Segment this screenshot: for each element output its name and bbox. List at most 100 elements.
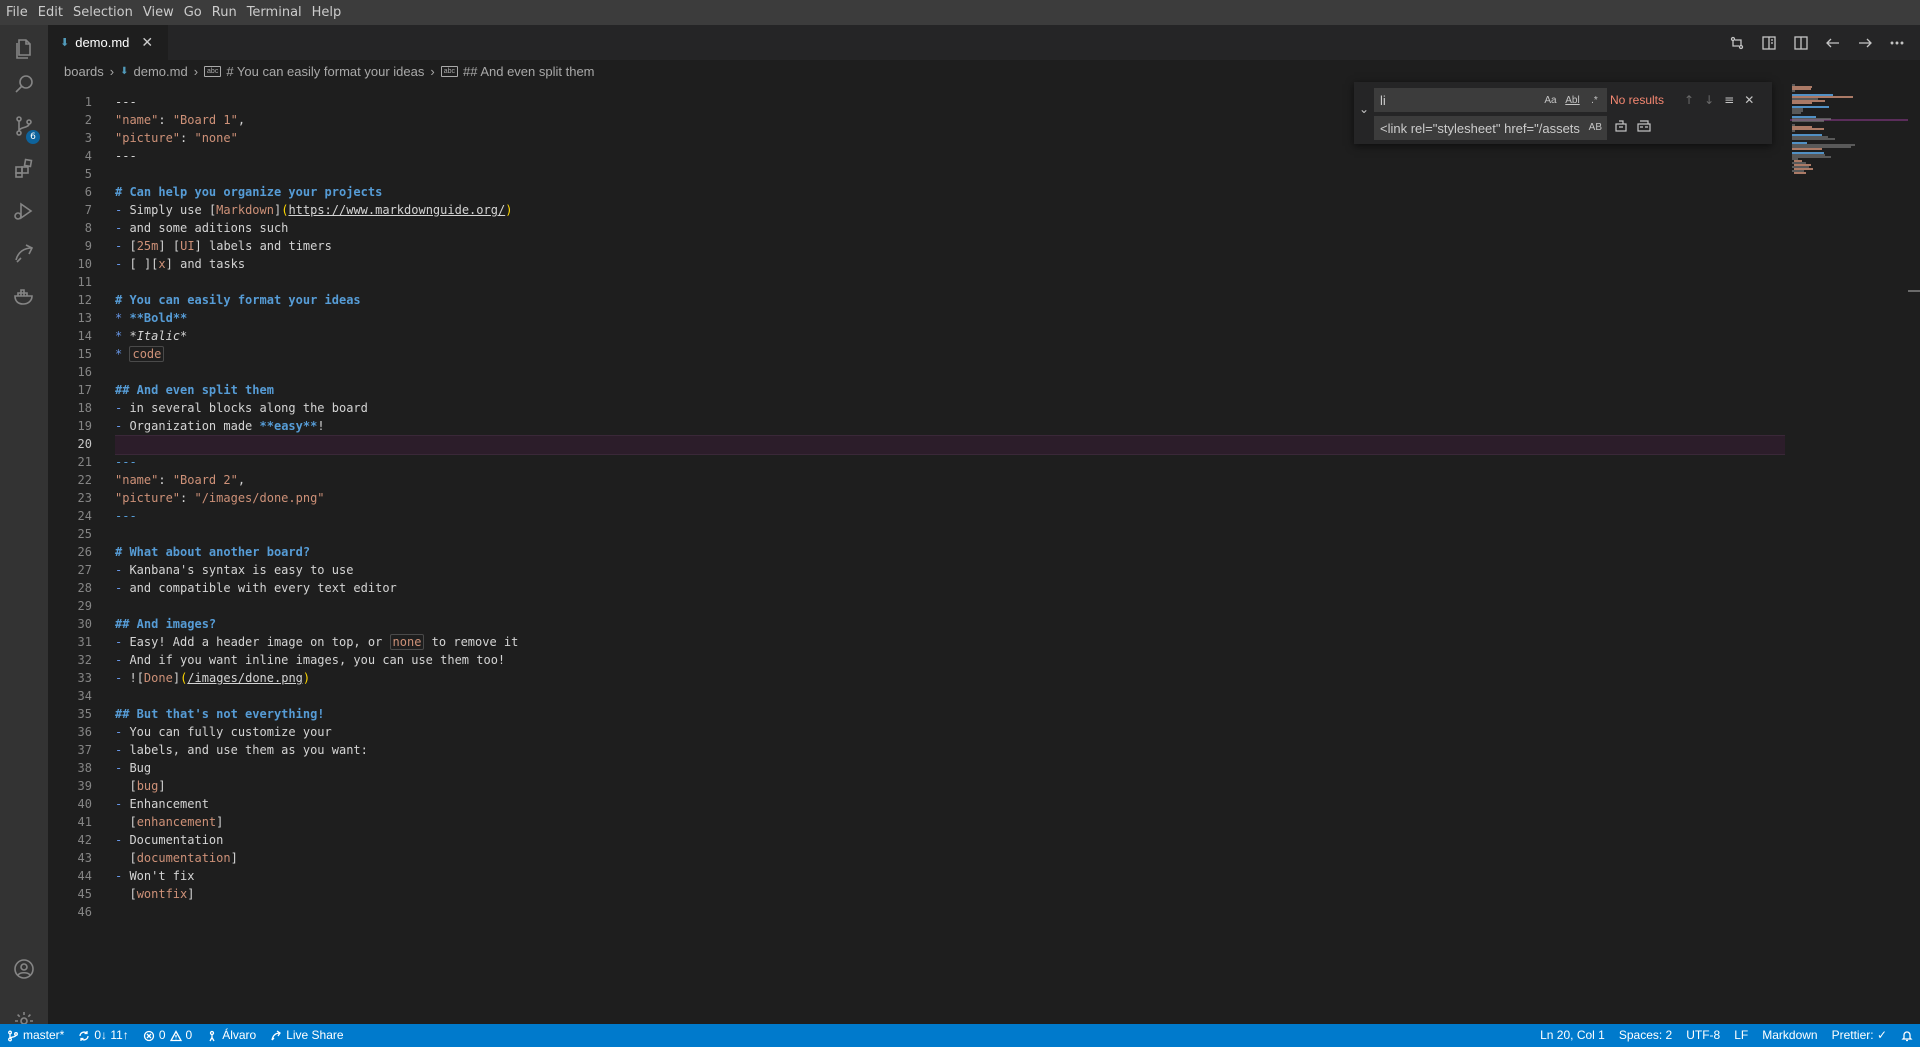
problems-status[interactable]: 0 0 (136, 1024, 199, 1047)
git-sync-status[interactable]: 0↓ 11↑ (71, 1024, 135, 1047)
search-icon[interactable] (0, 60, 48, 108)
notifications-bell-icon[interactable] (1894, 1024, 1920, 1047)
code-line[interactable]: - And if you want inline images, you can… (115, 651, 1835, 669)
editor[interactable]: 1 2 3 4 5 6 7 8 9 10 11 12 13 14 15 16 17 18 19 20 21 22 23 24 2… (48, 82, 1918, 1024)
find-in-selection-icon[interactable]: ≡ (1724, 93, 1734, 107)
code-line[interactable]: ## And images? (115, 615, 1835, 633)
go-back-icon[interactable] (1824, 34, 1842, 52)
code-line[interactable]: - [25m] [UI] labels and timers (115, 237, 1835, 255)
code-line[interactable]: --- (115, 507, 1835, 525)
live-share-status[interactable]: Live Share (263, 1024, 350, 1047)
code-line[interactable]: [bug] (115, 777, 1835, 795)
code-line[interactable]: # What about another board? (115, 543, 1835, 561)
breadcrumb-folder[interactable]: boards (64, 64, 104, 79)
regex-toggle[interactable]: .* (1586, 95, 1603, 106)
breadcrumb-section-2[interactable]: abc ## And even split them (440, 64, 595, 79)
breadcrumb-section-1[interactable]: abc # You can easily format your ideas (204, 64, 424, 79)
code-line[interactable]: - You can fully customize your (115, 723, 1835, 741)
user-status[interactable]: Álvaro (199, 1024, 263, 1047)
code-line[interactable]: "picture": "/images/done.png" (115, 489, 1835, 507)
scrollbar-marker[interactable] (1908, 290, 1920, 292)
code-line[interactable]: # Can help you organize your projects (115, 183, 1835, 201)
tab-demo-md[interactable]: ⬇ demo.md ✕ (48, 25, 168, 60)
code-line[interactable]: - Organization made **easy**! (115, 417, 1835, 435)
preserve-case-toggle[interactable]: AB (1586, 116, 1602, 140)
close-icon[interactable]: ✕ (1744, 93, 1754, 107)
code-line[interactable]: [documentation] (115, 849, 1835, 867)
remote-explorer-icon[interactable] (0, 230, 48, 278)
whole-word-toggle[interactable]: Abl (1564, 95, 1581, 106)
replace-icon[interactable] (1614, 119, 1628, 137)
code-line[interactable]: - Kanbana's syntax is easy to use (115, 561, 1835, 579)
open-preview-icon[interactable] (1760, 34, 1778, 52)
open-changes-icon[interactable] (1728, 34, 1746, 52)
split-editor-icon[interactable] (1792, 34, 1810, 52)
code-line[interactable]: ## But that's not everything! (115, 705, 1835, 723)
extensions-icon[interactable] (0, 145, 48, 193)
code-line[interactable]: [wontfix] (115, 885, 1835, 903)
code-line[interactable]: - Enhancement (115, 795, 1835, 813)
toggle-replace-chevron-icon[interactable]: ⌄ (1359, 102, 1369, 116)
breadcrumb-file[interactable]: ⬇ demo.md (120, 64, 188, 79)
menu-terminal[interactable]: Terminal (242, 0, 307, 25)
menu-edit[interactable]: Edit (33, 0, 68, 25)
code-line[interactable]: - Easy! Add a header image on top, or no… (115, 633, 1835, 651)
code-line[interactable] (115, 165, 1835, 183)
previous-match-icon[interactable]: ↑ (1684, 93, 1694, 107)
next-match-icon[interactable]: ↓ (1704, 93, 1714, 107)
code-line[interactable] (115, 687, 1835, 705)
git-branch-status[interactable]: master* (0, 1024, 71, 1047)
prettier-status[interactable]: Prettier: ✓ (1825, 1024, 1894, 1047)
menu-selection[interactable]: Selection (68, 0, 138, 25)
code-line[interactable] (115, 273, 1835, 291)
code-line[interactable]: - Won't fix (115, 867, 1835, 885)
code-line[interactable]: "name": "Board 2", (115, 471, 1835, 489)
code-line[interactable]: * code (115, 345, 1835, 363)
code-line[interactable]: # You can easily format your ideas (115, 291, 1835, 309)
accounts-icon[interactable] (0, 945, 48, 993)
code-line-current[interactable] (115, 435, 1835, 455)
indentation-status[interactable]: Spaces: 2 (1612, 1024, 1679, 1047)
close-icon[interactable]: ✕ (141, 35, 153, 51)
code-line[interactable]: --- (115, 147, 1835, 165)
menu-run[interactable]: Run (207, 0, 242, 25)
encoding-status[interactable]: UTF-8 (1679, 1024, 1727, 1047)
code-line[interactable] (115, 525, 1835, 543)
code-line[interactable]: - and some aditions such (115, 219, 1835, 237)
language-mode[interactable]: Markdown (1755, 1024, 1824, 1047)
match-case-toggle[interactable]: Aa (1542, 95, 1559, 106)
source-control-icon[interactable]: 6 (0, 102, 48, 150)
run-debug-icon[interactable] (0, 187, 48, 235)
code-line[interactable]: ## And even split them (115, 381, 1835, 399)
code-line[interactable]: - Documentation (115, 831, 1835, 849)
code-line[interactable]: - [ ][x] and tasks (115, 255, 1835, 273)
code-line[interactable] (115, 363, 1835, 381)
more-actions-icon[interactable] (1888, 34, 1906, 52)
eol-status[interactable]: LF (1727, 1024, 1755, 1047)
code-line[interactable]: - and compatible with every text editor (115, 579, 1835, 597)
go-forward-icon[interactable] (1856, 34, 1874, 52)
find-input[interactable]: li Aa Abl .* (1374, 88, 1607, 112)
replace-input[interactable]: <link rel="stylesheet" href="/assets AB (1374, 116, 1607, 140)
code-line[interactable]: - Simply use [Markdown](https://www.mark… (115, 201, 1835, 219)
code-line[interactable]: [enhancement] (115, 813, 1835, 831)
menu-go[interactable]: Go (179, 0, 207, 25)
code-line[interactable]: - in several blocks along the board (115, 399, 1835, 417)
code-line[interactable]: --- (115, 453, 1835, 471)
code-line[interactable] (115, 903, 1835, 921)
replace-all-icon[interactable] (1637, 119, 1651, 137)
code-area[interactable]: --- "name": "Board 1", "picture": "none" --… (115, 93, 1835, 921)
menu-file[interactable]: File (0, 0, 33, 25)
menu-view[interactable]: View (138, 0, 179, 25)
code-line[interactable]: * *Italic* (115, 327, 1835, 345)
code-line[interactable]: - Bug (115, 759, 1835, 777)
line-number: 15 (77, 347, 92, 361)
code-line[interactable]: - ![Done](/images/done.png) (115, 669, 1835, 687)
code-line[interactable]: * **Bold** (115, 309, 1835, 327)
docker-icon[interactable] (0, 272, 48, 320)
minimap[interactable] (1790, 82, 1908, 1024)
code-line[interactable] (115, 597, 1835, 615)
menu-help[interactable]: Help (307, 0, 347, 25)
cursor-position[interactable]: Ln 20, Col 1 (1533, 1024, 1612, 1047)
code-line[interactable]: - labels, and use them as you want: (115, 741, 1835, 759)
